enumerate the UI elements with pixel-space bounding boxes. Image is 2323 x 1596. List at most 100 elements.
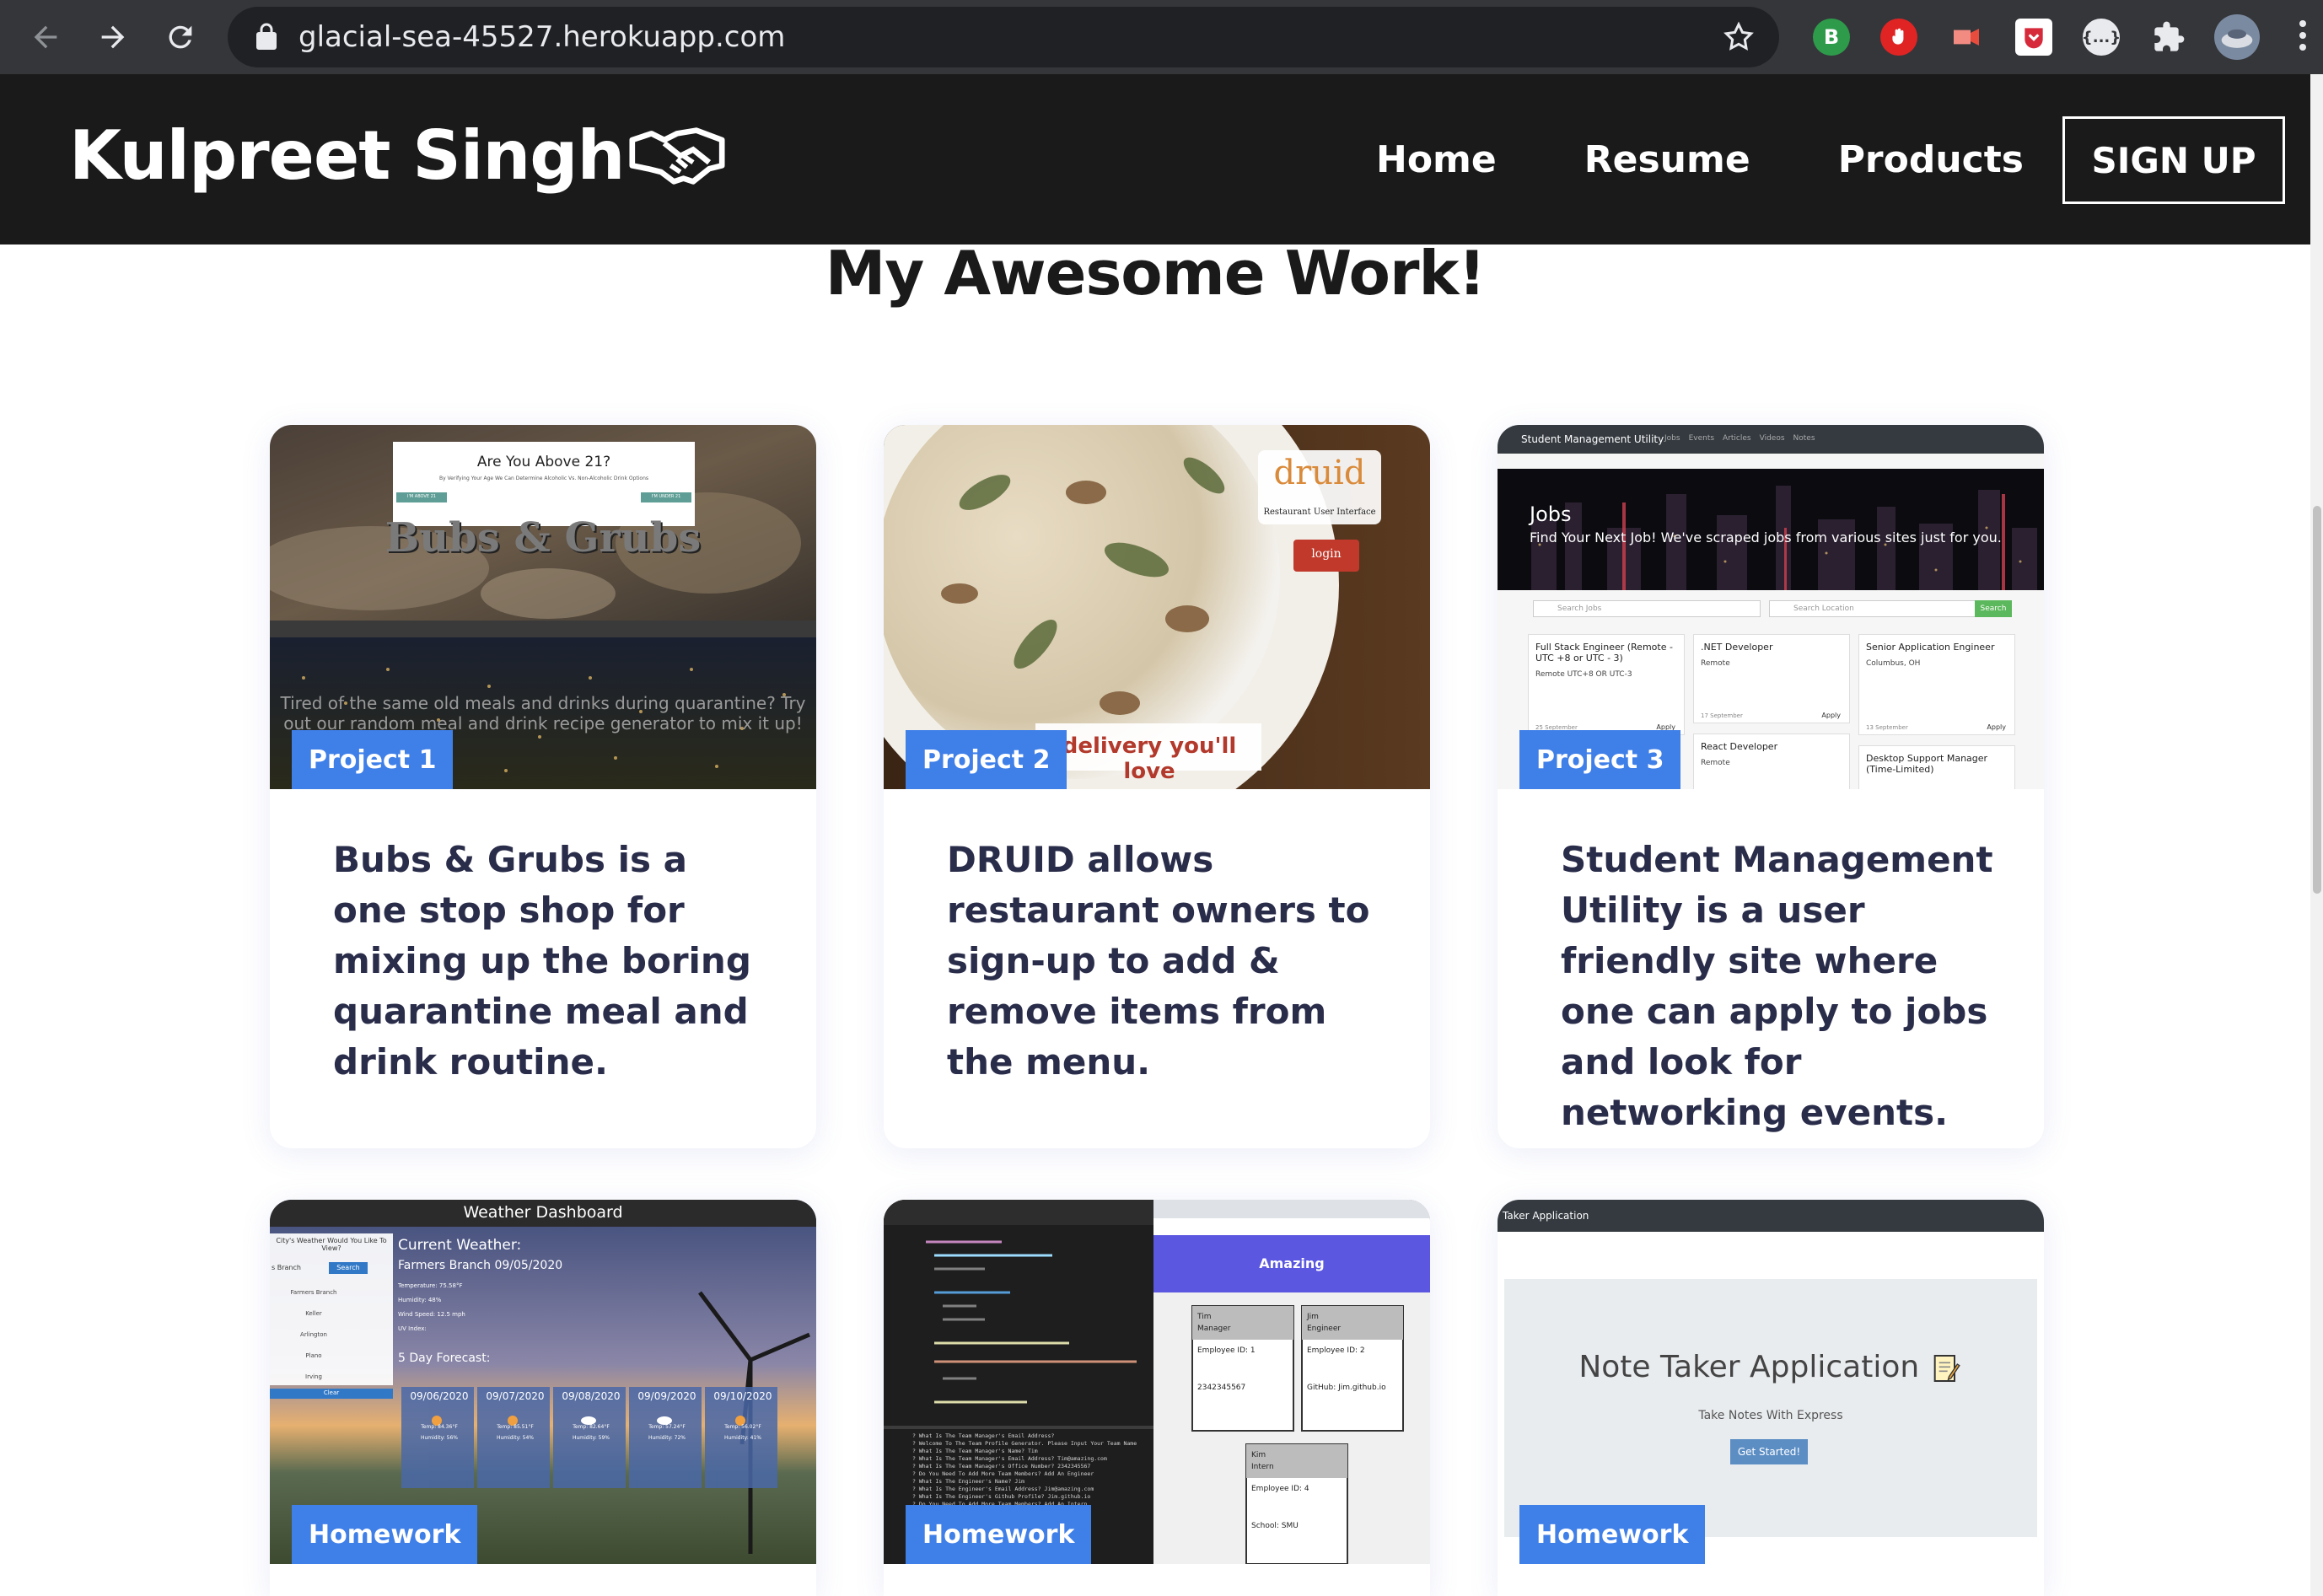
site-navbar: Kulpreet Singh Home Resume Products SIGN… (0, 74, 2310, 245)
homework-tag[interactable]: Homework (1519, 1505, 1706, 1564)
note-jumbotron (1504, 1279, 2037, 1537)
signup-button[interactable]: SIGN UP (2062, 116, 2285, 204)
video-extension-icon[interactable] (1948, 19, 1985, 56)
weather-search-prompt: City's Weather Would You Like To View? (276, 1237, 387, 1252)
get-started-button[interactable]: Get Started! (1730, 1439, 1808, 1464)
sm-app-nav: Jobs Events Articles Videos Notes (1664, 434, 1815, 443)
druid-logo: druid (1273, 454, 1366, 492)
forecast-day: 09/06/2020 Temp: 84.36°F Humidity: 56% (410, 1390, 469, 1441)
homework-thumbnail[interactable]: Amazing Tim Manager Employee ID: 1 23423… (884, 1200, 1430, 1564)
homework-thumbnail[interactable]: Weather Dashboard City's Weather Would Y… (270, 1200, 816, 1564)
weather-clear-button[interactable]: Clear (270, 1389, 393, 1396)
job-apply-button[interactable]: Apply (1821, 712, 1841, 719)
brand-name[interactable]: Kulpreet Singh (69, 116, 625, 195)
url-text[interactable]: glacial-sea-45527.herokuapp.com (298, 7, 785, 67)
sm-app-title: Student Management Utility (1521, 433, 1664, 445)
arrow-right-icon (101, 25, 125, 49)
address-bar[interactable]: glacial-sea-45527.herokuapp.com (228, 7, 1779, 67)
project-description: Bubs & Grubs is a one stop shop for mixi… (333, 839, 751, 1083)
project-tag[interactable]: Project 2 (906, 730, 1067, 789)
weather-search-button[interactable]: Search (329, 1264, 368, 1271)
bubs-tagline: Tired of the same old meals and drinks d… (280, 693, 806, 734)
weather-city-input[interactable]: s Branch (272, 1264, 301, 1271)
section-title: My Awesome Work! (825, 238, 1487, 309)
project-thumbnail[interactable]: druid Restaurant User Interface login de… (884, 425, 1430, 789)
handshake-icon (628, 126, 725, 185)
druid-logo-subtitle: Restaurant User Interface (1263, 508, 1376, 517)
pocket-extension-icon[interactable] (2015, 19, 2052, 56)
homework-tag[interactable]: Homework (906, 1505, 1092, 1564)
terminal-output: ? What Is The Team Manager's Email Addre… (912, 1432, 1137, 1507)
json-extension-icon[interactable]: {...} (2082, 19, 2121, 56)
current-weather-label: Current Weather: (398, 1237, 522, 1254)
job-card[interactable]: Full Stack Engineer (Remote - UTC +8 or … (1528, 634, 1685, 735)
browser-menu-icon[interactable] (2291, 15, 2315, 59)
homework-tag[interactable]: Homework (292, 1505, 478, 1564)
note-subtitle: Take Notes With Express (1698, 1409, 1843, 1422)
city-item[interactable]: Farmers Branch (270, 1282, 358, 1303)
nav-resume[interactable]: Resume (1584, 138, 1750, 181)
nav-products[interactable]: Products (1838, 138, 2024, 181)
city-item[interactable]: Irving (270, 1367, 358, 1388)
forecast-day: 09/08/2020 Temp: 82.64°F Humidity: 59% (562, 1390, 621, 1441)
homework-card-1[interactable]: Weather Dashboard City's Weather Would Y… (270, 1200, 816, 1596)
scrollbar-thumb[interactable] (2313, 506, 2321, 894)
brand-logo[interactable]: Kulpreet Singh (69, 116, 726, 195)
sm-search-jobs-input[interactable]: Search Jobs (1533, 600, 1761, 617)
current-weather-stats: Temperature: 75.58°F Humidity: 48% Wind … (398, 1282, 465, 1332)
project-thumbnail[interactable]: Are You Above 21? By Verifying Your Age … (270, 425, 816, 789)
employee-card: Kim Intern Employee ID: 4 School: SMU (1251, 1451, 1309, 1530)
nav-home[interactable]: Home (1376, 138, 1497, 181)
project-tag[interactable]: Project 1 (292, 730, 454, 789)
age-modal-title: Are You Above 21? (476, 454, 611, 470)
project-card-1[interactable]: Are You Above 21? By Verifying Your Age … (270, 425, 816, 1148)
note-app-bar-title: Taker Application (1503, 1210, 1589, 1222)
note-title: Note Taker Application (1504, 1350, 2037, 1385)
sm-search-button[interactable]: Search (1975, 600, 2012, 617)
hand-stop-extension-icon[interactable] (1880, 19, 1917, 56)
employee-card: Jim Engineer Employee ID: 2 GitHub: Jim.… (1307, 1313, 1386, 1392)
project-card-2[interactable]: druid Restaurant User Interface login de… (884, 425, 1430, 1148)
job-apply-button[interactable]: Apply (1987, 723, 2006, 731)
sm-search-location-input[interactable]: Search Location (1769, 600, 1988, 617)
project-tag[interactable]: Project 3 (1519, 730, 1681, 789)
age-above-button[interactable]: I'M ABOVE 21 (396, 494, 447, 499)
weather-city-list: Farmers Branch Keller Arlington Plano Ir… (270, 1282, 358, 1388)
employee-card: Tim Manager Employee ID: 1 2342345567 (1197, 1313, 1256, 1392)
city-item[interactable]: Arlington (270, 1325, 358, 1346)
forecast-day: 09/09/2020 Temp: 57.24°F Humidity: 72% (637, 1390, 696, 1441)
profile-avatar[interactable] (2214, 14, 2260, 60)
job-card[interactable]: React Developer Remote (1693, 734, 1850, 789)
sm-hero-title: Jobs (1530, 502, 1572, 526)
nav-links: Home Resume Products (1376, 74, 2111, 245)
forecast-label: 5 Day Forecast: (398, 1351, 491, 1365)
druid-banner: delivery you'll love (1062, 734, 1237, 784)
job-card[interactable]: Desktop Support Manager (Time-Limited) (1858, 745, 2015, 789)
reload-icon (169, 25, 192, 49)
reload-button[interactable] (155, 12, 206, 62)
project-card-3[interactable]: Student Management Utility Jobs Events A… (1498, 425, 2044, 1148)
city-item[interactable]: Plano (270, 1346, 358, 1367)
forecast-day: 09/10/2020 Temp: 56.02°F Humidity: 41% (713, 1390, 772, 1441)
project-thumbnail[interactable]: Student Management Utility Jobs Events A… (1498, 425, 2044, 789)
forward-button[interactable] (88, 12, 138, 62)
bookmark-star-icon[interactable] (1722, 20, 1756, 54)
age-under-button[interactable]: I'M UNDER 21 (641, 494, 691, 499)
job-card[interactable]: Senior Application Engineer Columbus, OH… (1858, 634, 2015, 735)
weather-title: Weather Dashboard (463, 1203, 623, 1222)
homework-card-2[interactable]: Amazing Tim Manager Employee ID: 1 23423… (884, 1200, 1430, 1596)
memo-icon (1933, 1355, 1960, 1382)
sm-hero-subtitle: Find Your Next Job! We've scraped jobs f… (1530, 529, 2002, 545)
city-item[interactable]: Keller (270, 1303, 358, 1325)
current-city-date: Farmers Branch 09/05/2020 (398, 1259, 563, 1272)
druid-login-button[interactable]: login (1293, 547, 1359, 561)
b-extension-icon[interactable]: B (1813, 19, 1850, 56)
homework-card-3[interactable]: Taker Application Note Taker Application… (1498, 1200, 2044, 1596)
forecast-day: 09/07/2020 Temp: 85.51°F Humidity: 54% (486, 1390, 545, 1441)
project-description: DRUID allows restaurant owners to sign-u… (947, 839, 1370, 1083)
job-card[interactable]: .NET Developer Remote 17 September Apply (1693, 634, 1850, 723)
puzzle-extensions-icon[interactable] (2150, 19, 2187, 56)
back-button[interactable] (20, 12, 71, 62)
age-modal-subtitle: By Verifying Your Age We Can Determine A… (438, 476, 649, 481)
homework-thumbnail[interactable]: Taker Application Note Taker Application… (1498, 1200, 2044, 1564)
